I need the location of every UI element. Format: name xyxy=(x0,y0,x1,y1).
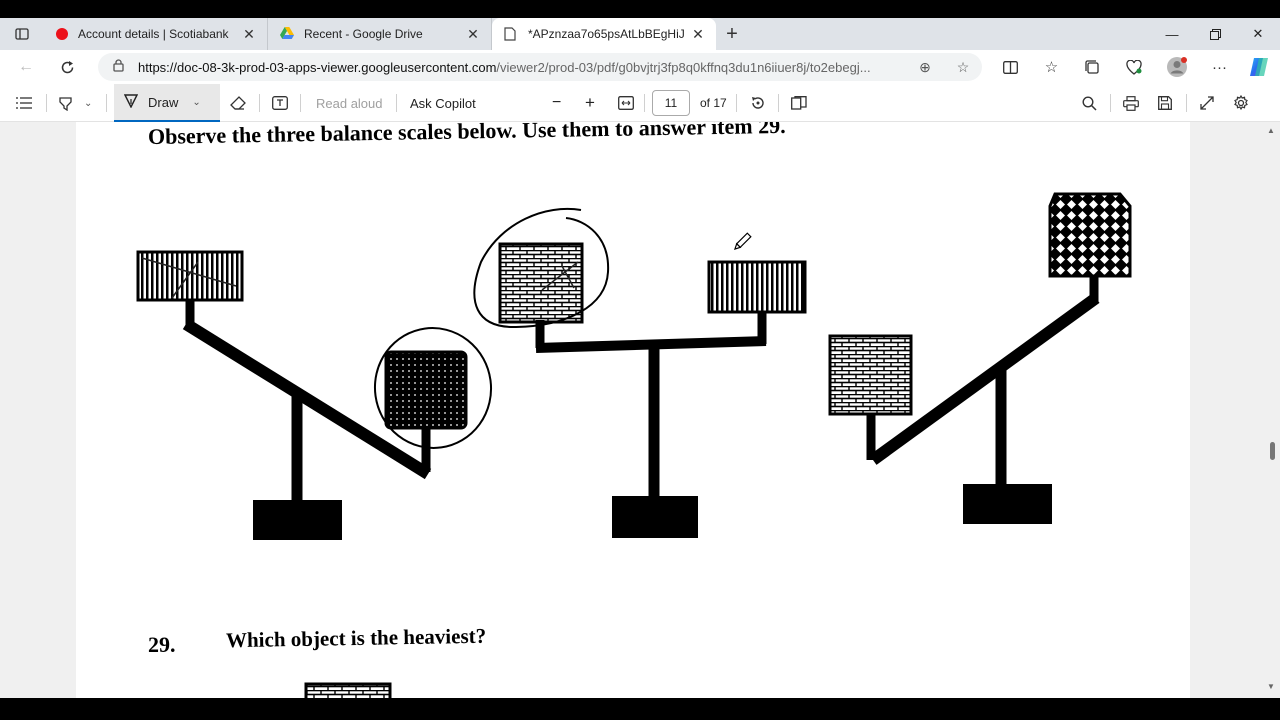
close-window-button[interactable]: ✕ xyxy=(1236,18,1280,50)
tab-google-drive[interactable]: Recent - Google Drive ✕ xyxy=(268,18,492,50)
draw-label: Draw xyxy=(148,94,179,110)
tab-actions-icon[interactable] xyxy=(0,18,44,50)
close-tab-icon[interactable]: ✕ xyxy=(241,26,257,43)
new-tab-button[interactable]: + xyxy=(716,18,748,50)
tab-title: *APznzaa7o65psAtLbBEgHiJQBFi xyxy=(528,27,684,41)
document-favicon-icon xyxy=(504,27,518,41)
draw-chevron-down-icon: ⌄ xyxy=(192,96,201,108)
balance-scale-middle xyxy=(473,207,807,538)
zoom-icon[interactable]: ⊕ xyxy=(906,59,944,76)
screen-bottom-border xyxy=(0,698,1280,720)
favorites-icon[interactable]: ☆ xyxy=(1031,50,1072,84)
contents-list-icon[interactable] xyxy=(16,84,32,122)
balance-scales-figure xyxy=(136,192,1132,540)
eraser-icon[interactable] xyxy=(230,84,246,122)
save-icon[interactable] xyxy=(1158,84,1172,122)
page-view-icon[interactable] xyxy=(791,84,807,122)
pdf-toolbar: ⌄ Draw ⌄ Read aloud Ask Copilot − + 11 o… xyxy=(0,84,1280,122)
page-total-label: of 17 xyxy=(700,96,727,110)
scroll-down-arrow-icon[interactable]: ▼ xyxy=(1267,682,1275,691)
back-arrow-icon[interactable]: ← xyxy=(8,50,44,84)
text-box-icon[interactable] xyxy=(272,84,288,122)
address-bar-row: ← https://doc-08-3k-prod-03-apps-viewer.… xyxy=(0,50,1280,84)
read-aloud-button[interactable]: Read aloud xyxy=(316,84,383,122)
full-screen-icon[interactable] xyxy=(1200,84,1214,122)
page-number-field[interactable]: 11 xyxy=(652,84,690,122)
browser-essentials-icon[interactable] xyxy=(1113,50,1154,84)
diamond-block xyxy=(1048,192,1132,278)
print-icon[interactable] xyxy=(1123,84,1139,122)
scrollbar-thumb[interactable] xyxy=(1270,442,1275,460)
highlight-icon[interactable] xyxy=(58,84,74,122)
settings-gear-icon[interactable] xyxy=(1233,84,1249,122)
copilot-icon[interactable] xyxy=(1238,50,1279,84)
google-drive-favicon-icon xyxy=(280,27,294,41)
split-screen-icon[interactable] xyxy=(990,50,1031,84)
striped-block xyxy=(136,250,244,302)
tab-strip: Account details | Scotiabank ✕ Recent - … xyxy=(0,18,1280,50)
zoom-out-button[interactable]: − xyxy=(552,84,561,122)
scotiabank-favicon-icon xyxy=(56,28,68,40)
scroll-up-arrow-icon[interactable]: ▲ xyxy=(1267,126,1275,135)
vertical-scrollbar[interactable]: ▲ ▼ xyxy=(1264,122,1280,698)
draw-pen-icon xyxy=(123,93,139,111)
tab-title: Account details | Scotiabank xyxy=(78,27,229,41)
fit-width-icon[interactable] xyxy=(618,84,634,122)
draw-button[interactable]: Draw ⌄ xyxy=(114,84,220,122)
question-number: 29. xyxy=(148,632,176,657)
balance-scale-right xyxy=(828,192,1132,524)
answer-option-block xyxy=(304,682,392,698)
pdf-page[interactable]: Observe the three balance scales below. … xyxy=(76,122,1190,698)
favorite-star-icon[interactable]: ☆ xyxy=(944,59,982,76)
search-icon[interactable] xyxy=(1082,84,1097,122)
restore-button[interactable] xyxy=(1193,18,1237,50)
page-number-input[interactable]: 11 xyxy=(652,90,690,116)
brick-block xyxy=(828,334,913,416)
minimize-button[interactable]: — xyxy=(1150,18,1194,50)
tab-scotiabank[interactable]: Account details | Scotiabank ✕ xyxy=(44,18,268,50)
tab-pdf-viewer[interactable]: *APznzaa7o65psAtLbBEgHiJQBFi ✕ xyxy=(492,18,716,50)
dotted-block xyxy=(384,350,468,430)
url-field[interactable]: https://doc-08-3k-prod-03-apps-viewer.go… xyxy=(98,53,982,81)
close-tab-icon[interactable]: ✕ xyxy=(690,26,706,43)
brick-block xyxy=(498,242,584,324)
url-text: https://doc-08-3k-prod-03-apps-viewer.go… xyxy=(138,59,871,75)
close-tab-icon[interactable]: ✕ xyxy=(465,26,481,43)
refresh-icon[interactable] xyxy=(49,50,85,84)
more-options-icon[interactable]: ··· xyxy=(1199,50,1240,84)
highlight-dropdown-chevron-down-icon[interactable]: ⌄ xyxy=(84,84,92,122)
rotate-icon[interactable] xyxy=(750,84,766,122)
pencil-cursor-icon xyxy=(733,232,752,251)
pdf-viewer[interactable]: Observe the three balance scales below. … xyxy=(0,122,1280,698)
lock-icon xyxy=(98,59,138,75)
screen-top-border xyxy=(0,0,1280,18)
zoom-in-button[interactable]: + xyxy=(585,84,595,122)
balance-scale-left xyxy=(136,250,493,540)
striped-block xyxy=(707,260,807,314)
tab-title: Recent - Google Drive xyxy=(304,27,423,41)
collections-icon[interactable] xyxy=(1072,50,1113,84)
profile-avatar[interactable] xyxy=(1156,50,1197,84)
question-text: Which object is the heaviest? xyxy=(225,623,487,653)
ask-copilot-button[interactable]: Ask Copilot xyxy=(410,84,476,122)
